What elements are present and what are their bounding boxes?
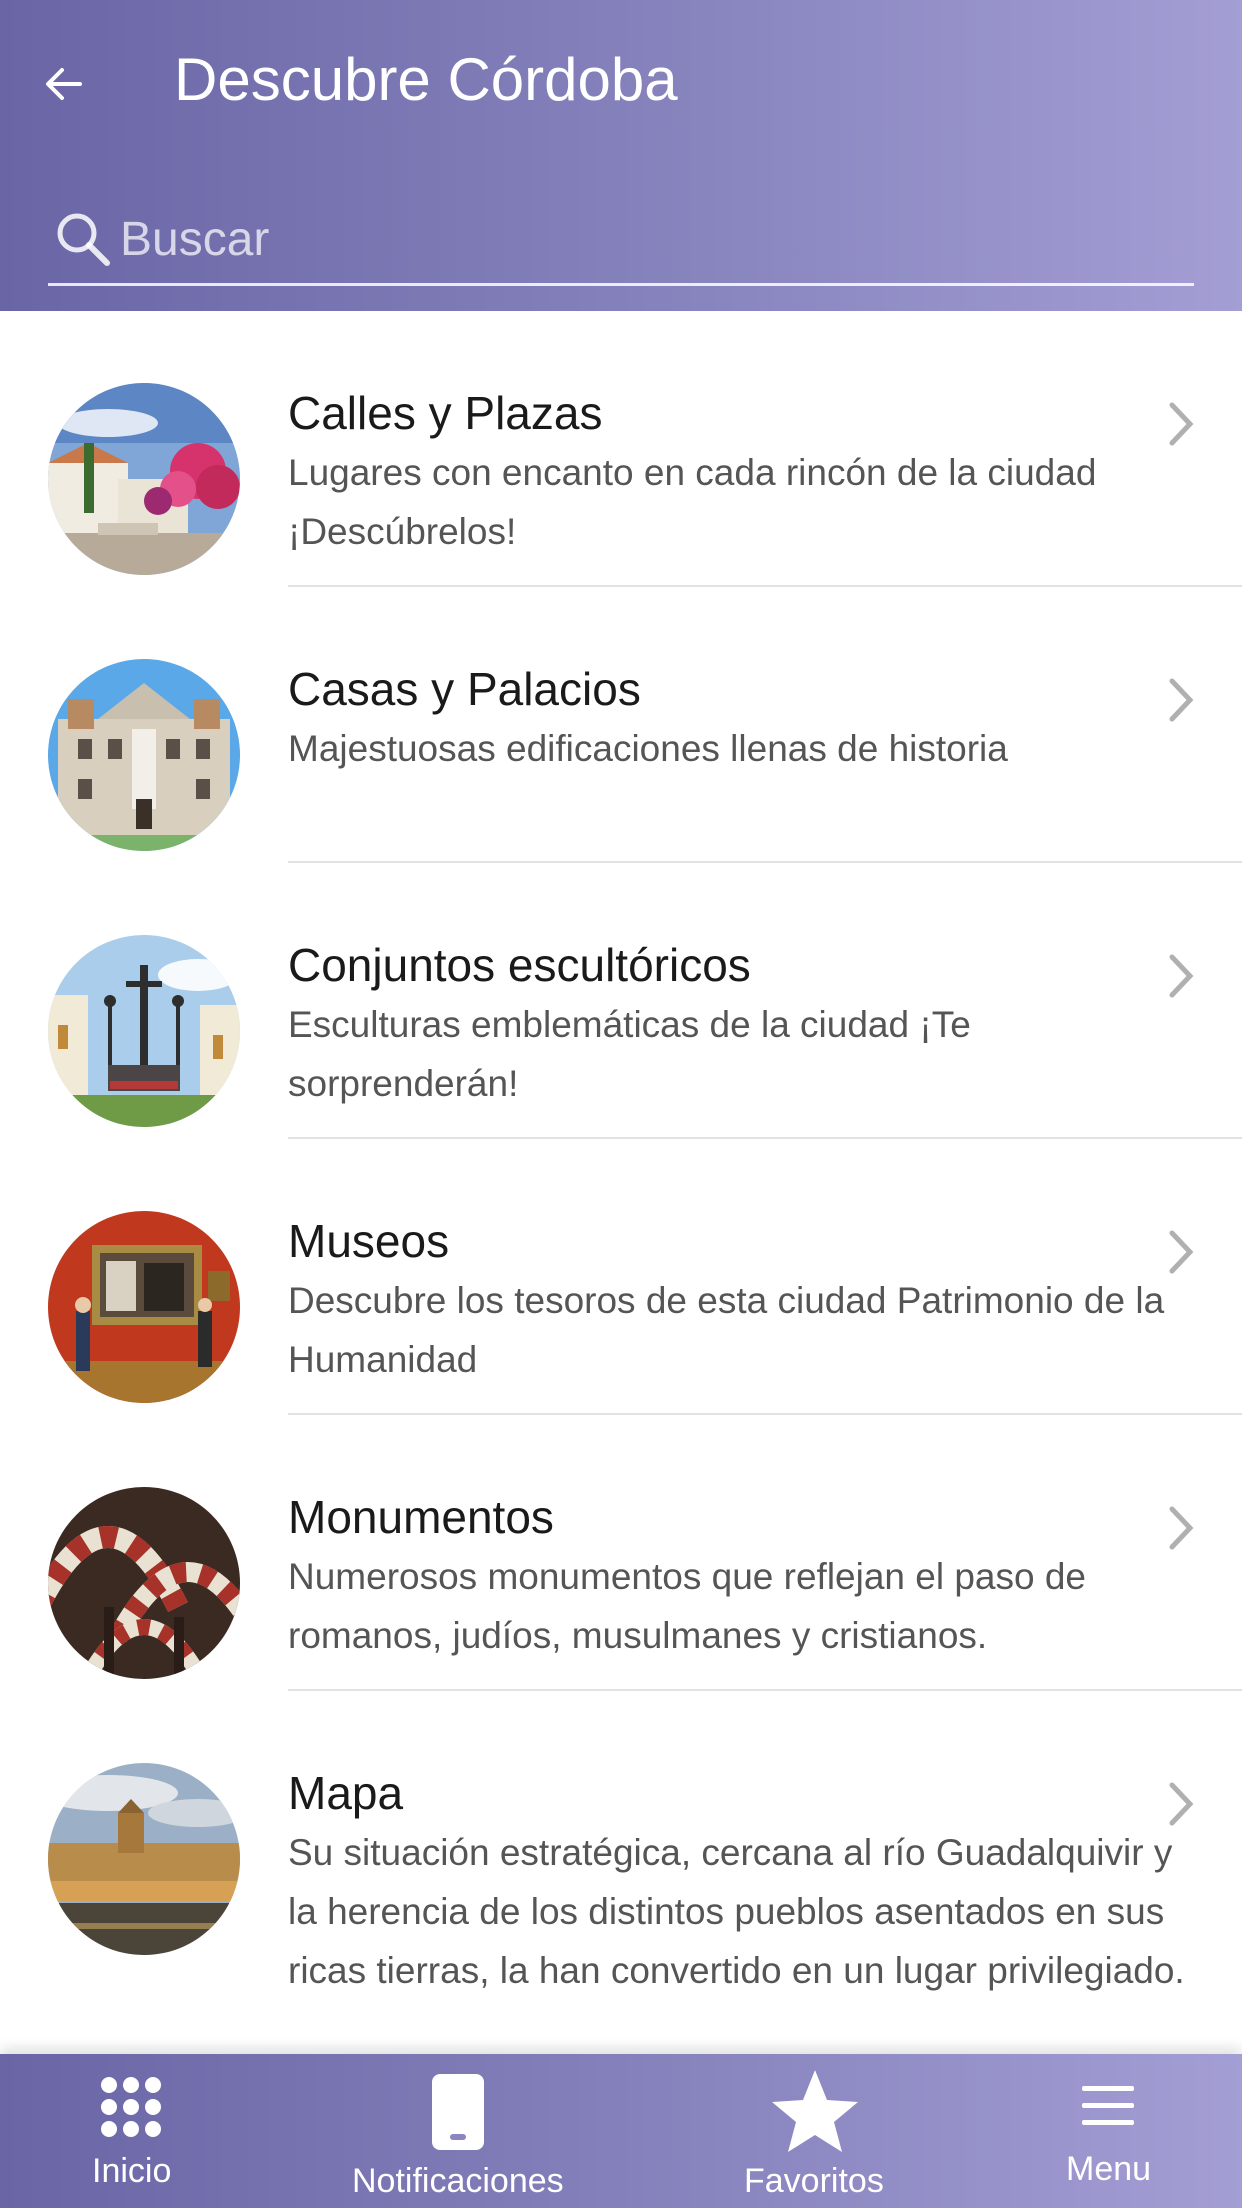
list-item-mapa[interactable]: Mapa Su situación estratégica, cercana a…	[0, 1691, 1242, 2031]
item-description: Numerosos monumentos que reflejan el pas…	[288, 1556, 1087, 1656]
app-header: Descubre Córdoba	[0, 0, 1242, 311]
chevron-right-icon	[1169, 402, 1194, 446]
tab-label: Notificaciones	[352, 2162, 564, 2200]
tab-label: Favoritos	[744, 2162, 884, 2200]
chevron-right-icon	[1169, 678, 1194, 722]
item-description: Lugares con encanto en cada rincón de la…	[288, 452, 1097, 552]
item-title: Monumentos	[288, 1491, 554, 1543]
palace-photo	[48, 659, 240, 851]
hamburger-icon	[1082, 2086, 1134, 2125]
tab-inicio[interactable]: Inicio	[60, 2054, 200, 2208]
search-bar[interactable]	[48, 200, 1194, 286]
list-item-conjuntos-escultoricos[interactable]: Conjuntos escultóricos Esculturas emblem…	[0, 863, 1242, 1139]
search-input[interactable]	[120, 206, 1180, 272]
tab-menu[interactable]: Menu	[1050, 2054, 1170, 2208]
city-bridge-photo	[48, 1763, 240, 1955]
street-photo	[48, 383, 240, 575]
chevron-right-icon	[1169, 1506, 1194, 1550]
arrow-left-icon	[46, 68, 82, 100]
item-title: Casas y Palacios	[288, 663, 641, 715]
tab-label: Inicio	[92, 2152, 172, 2190]
list-item-monumentos[interactable]: Monumentos Numerosos monumentos que refl…	[0, 1415, 1242, 1691]
chevron-right-icon	[1169, 954, 1194, 998]
item-description: Descubre los tesoros de esta ciudad Patr…	[288, 1280, 1165, 1380]
search-icon	[57, 213, 110, 266]
item-description: Esculturas emblemáticas de la ciudad ¡Te…	[288, 1004, 971, 1104]
item-title: Calles y Plazas	[288, 387, 603, 439]
sculpture-photo	[48, 935, 240, 1127]
tab-favoritos[interactable]: Favoritos	[740, 2054, 890, 2208]
item-title: Conjuntos escultóricos	[288, 939, 751, 991]
item-title: Museos	[288, 1215, 450, 1267]
page-title: Descubre Córdoba	[174, 46, 678, 113]
bottom-tab-bar: Inicio Notificaciones Favoritos Menu	[0, 2054, 1242, 2208]
item-description: Su situación estratégica, cercana al río…	[288, 1832, 1185, 1991]
list-item-casas-y-palacios[interactable]: Casas y Palacios Majestuosas edificacion…	[0, 587, 1242, 863]
list-item-museos[interactable]: Museos Descubre los tesoros de esta ciud…	[0, 1139, 1242, 1415]
category-list: Calles y Plazas Lugares con encanto en c…	[0, 311, 1242, 2031]
chevron-right-icon	[1169, 1782, 1194, 1826]
tab-notificaciones[interactable]: Notificaciones	[340, 2054, 580, 2208]
grid-dots-icon	[101, 2077, 161, 2137]
item-description: Majestuosas edificaciones llenas de hist…	[288, 728, 1008, 769]
phone-icon	[432, 2074, 484, 2150]
mosque-arches-photo	[48, 1487, 240, 1679]
item-title: Mapa	[288, 1767, 404, 1819]
back-button[interactable]	[36, 52, 92, 116]
chevron-right-icon	[1169, 1230, 1194, 1274]
list-item-calles-y-plazas[interactable]: Calles y Plazas Lugares con encanto en c…	[0, 311, 1242, 587]
museum-photo	[48, 1211, 240, 1403]
star-icon	[772, 2070, 858, 2152]
tab-label: Menu	[1066, 2150, 1152, 2188]
